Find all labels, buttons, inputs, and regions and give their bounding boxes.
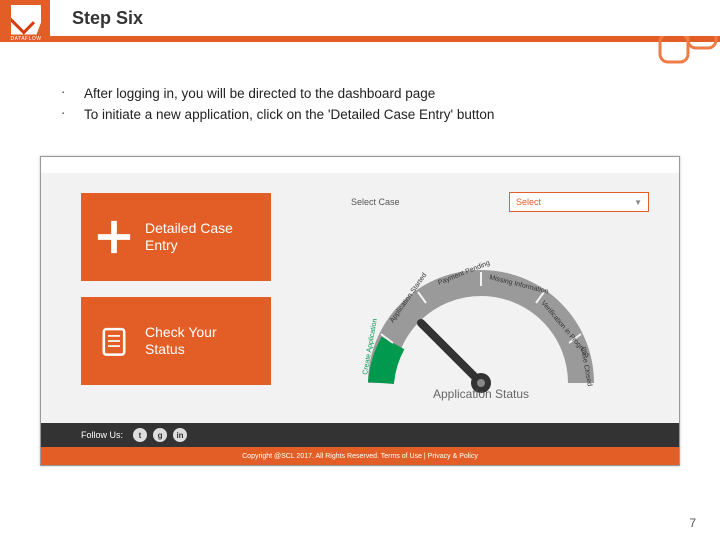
detailed-case-entry-button[interactable]: Detailed Case Entry xyxy=(81,193,271,281)
clipboard-icon xyxy=(95,322,133,360)
select-case-dropdown[interactable]: Select ▼ xyxy=(509,192,649,212)
copyright-text: Copyright @SCL 2017. All Rights Reserved… xyxy=(242,453,478,460)
screenshot-body: Detailed Case Entry Check Your Status Se… xyxy=(41,173,679,423)
linkedin-icon[interactable]: in xyxy=(173,428,187,442)
screenshot-copyright: Copyright @SCL 2017. All Rights Reserved… xyxy=(41,447,679,465)
bullet-item: After logging in, you will be directed t… xyxy=(62,84,690,104)
twitter-icon[interactable]: t xyxy=(133,428,147,442)
select-case-label: Select Case xyxy=(351,197,400,207)
dashboard-side-buttons: Detailed Case Entry Check Your Status xyxy=(81,193,271,385)
follow-us-label: Follow Us: xyxy=(81,430,123,440)
slide-title-strip: Step Six xyxy=(50,0,720,36)
brand-logo-text: DATAFLOW xyxy=(10,36,41,42)
page-number: 7 xyxy=(689,516,696,530)
embedded-dashboard-screenshot: Detailed Case Entry Check Your Status Se… xyxy=(40,156,680,466)
select-placeholder: Select xyxy=(516,197,541,207)
screenshot-footer: Follow Us: t g in xyxy=(41,423,679,447)
brand-logo-mark xyxy=(11,5,41,35)
dash-button-label: Detailed Case Entry xyxy=(145,220,257,254)
plus-icon xyxy=(95,218,133,256)
check-your-status-button[interactable]: Check Your Status xyxy=(81,297,271,385)
brand-logo: DATAFLOW xyxy=(4,2,48,44)
slide-title: Step Six xyxy=(72,8,143,29)
chevron-down-icon: ▼ xyxy=(634,198,642,207)
bullet-item: To initiate a new application, click on … xyxy=(62,105,690,125)
screenshot-top-strip xyxy=(41,157,679,173)
select-case-row: Select Case Select ▼ xyxy=(351,191,649,213)
instruction-bullets: After logging in, you will be directed t… xyxy=(62,84,690,127)
application-status-gauge: Create Application Application Started P… xyxy=(321,213,641,413)
gauge-title: Application Status xyxy=(321,387,641,401)
google-plus-icon[interactable]: g xyxy=(153,428,167,442)
dash-button-label: Check Your Status xyxy=(145,324,257,358)
